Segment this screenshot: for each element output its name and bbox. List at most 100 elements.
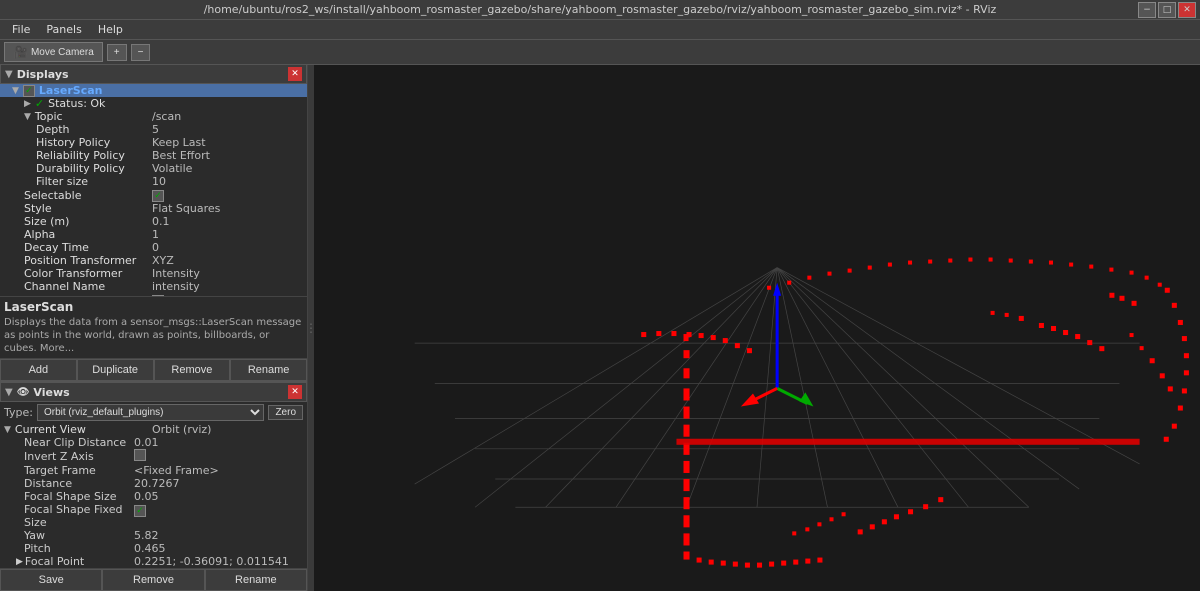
reliability-label: Reliability Policy: [36, 149, 125, 162]
focalfixed-value: [130, 503, 307, 529]
close-button[interactable]: ✕: [1178, 2, 1196, 18]
view-prop-targetframe[interactable]: Target Frame <Fixed Frame>: [0, 464, 307, 477]
views-collapse-icon[interactable]: ▼: [5, 387, 13, 398]
type-select[interactable]: Orbit (rviz_default_plugins): [37, 404, 264, 421]
display-item-alpha[interactable]: Alpha 1: [0, 228, 307, 241]
topic-value: /scan: [148, 110, 307, 123]
invertz-label: Invert Z Axis: [0, 449, 130, 464]
view-prop-focalfixed[interactable]: Focal Shape Fixed Size: [0, 503, 307, 529]
type-label: Type:: [4, 406, 33, 419]
display-item-channelname[interactable]: Channel Name intensity: [0, 280, 307, 293]
view-prop-nearclip[interactable]: Near Clip Distance 0.01: [0, 436, 307, 449]
current-view-row[interactable]: ▼ Current View Orbit (rviz): [0, 423, 307, 436]
display-item-decaytime[interactable]: Decay Time 0: [0, 241, 307, 254]
views-scroll: ▼ Current View Orbit (rviz) Near Clip Di…: [0, 423, 307, 568]
menu-item-panels[interactable]: Panels: [38, 21, 89, 38]
size-value: 0.1: [148, 215, 307, 228]
view-prop-invertz[interactable]: Invert Z Axis: [0, 449, 307, 464]
display-item-style[interactable]: Style Flat Squares: [0, 202, 307, 215]
distance-value: 20.7267: [130, 477, 307, 490]
current-view-arrow: ▼: [4, 425, 11, 435]
description-title: LaserScan: [4, 300, 303, 314]
view-prop-focalsize[interactable]: Focal Shape Size 0.05: [0, 490, 307, 503]
colortransform-value: Intensity: [148, 267, 307, 280]
status-value: [148, 97, 307, 110]
displays-close-button[interactable]: ✕: [288, 67, 302, 81]
minimize-button[interactable]: −: [1138, 2, 1156, 18]
laserscan-checkbox[interactable]: [23, 85, 35, 97]
focalsize-value: 0.05: [130, 490, 307, 503]
duplicate-button[interactable]: Duplicate: [77, 359, 154, 381]
views-section: ▼ 👁 Views ✕ Type: Orbit (rviz_default_pl…: [0, 381, 307, 591]
yaw-label: Yaw: [0, 529, 130, 542]
toolbar-minus-button[interactable]: −: [131, 44, 151, 61]
laserscan-label: LaserScan: [39, 84, 103, 97]
display-item-selectable[interactable]: Selectable: [0, 188, 307, 202]
rename-view-button[interactable]: Rename: [205, 569, 307, 591]
style-value: Flat Squares: [148, 202, 307, 215]
decaytime-value: 0: [148, 241, 307, 254]
selectable-checkbox[interactable]: [152, 190, 164, 202]
arrow-icon: ▼: [12, 86, 19, 96]
topic-label: Topic: [35, 110, 63, 123]
focalfixed-checkbox[interactable]: [134, 505, 146, 517]
status-label: Status: Ok: [48, 97, 105, 110]
display-item-topic[interactable]: ▼ Topic /scan: [0, 110, 307, 123]
display-item-colortransform[interactable]: Color Transformer Intensity: [0, 267, 307, 280]
camera-icon: 🎥: [13, 45, 28, 59]
menu-item-help[interactable]: Help: [90, 21, 131, 38]
move-camera-button[interactable]: 🎥 Move Camera: [4, 42, 103, 62]
display-item-filtersize[interactable]: Filter size 10: [0, 175, 307, 188]
remove-view-button[interactable]: Remove: [102, 569, 204, 591]
views-type-row: Type: Orbit (rviz_default_plugins) Zero: [0, 402, 307, 423]
rename-button[interactable]: Rename: [230, 359, 307, 381]
menu-item-file[interactable]: File: [4, 21, 38, 38]
reliability-value: Best Effort: [148, 149, 307, 162]
display-item-status[interactable]: ▶ ✓ Status: Ok: [0, 97, 307, 110]
add-button[interactable]: Add: [0, 359, 77, 381]
invertz-value: [130, 449, 307, 464]
invertz-checkbox[interactable]: [134, 449, 146, 461]
restore-button[interactable]: □: [1158, 2, 1176, 18]
colortransform-label: Color Transformer: [24, 267, 122, 280]
menu-bar: FilePanelsHelp: [0, 20, 1200, 40]
status-check: ✓: [35, 97, 44, 110]
remove-button[interactable]: Remove: [154, 359, 231, 381]
selectable-value: [148, 188, 307, 202]
view-prop-focalpoint[interactable]: ▶Focal Point 0.2251; -0.36091; 0.011541: [0, 555, 307, 568]
focalpoint-arrow: ▶: [16, 557, 23, 567]
zero-button[interactable]: Zero: [268, 405, 303, 420]
display-item-postransform[interactable]: Position Transformer XYZ: [0, 254, 307, 267]
alpha-label: Alpha: [24, 228, 55, 241]
displays-tree[interactable]: ▼ LaserScan ▶ ✓ Status: Ok ▼ Topi: [0, 84, 307, 296]
targetframe-label: Target Frame: [0, 464, 130, 477]
focalsize-label: Focal Shape Size: [0, 490, 130, 503]
focalpoint-value: 0.2251; -0.36091; 0.011541: [130, 555, 307, 568]
postransform-value: XYZ: [148, 254, 307, 267]
distance-label: Distance: [0, 477, 130, 490]
selectable-label: Selectable: [24, 189, 81, 202]
display-item-durability[interactable]: Durability Policy Volatile: [0, 162, 307, 175]
toolbar-add-button[interactable]: +: [107, 44, 127, 61]
display-item-laserscan[interactable]: ▼ LaserScan: [0, 84, 307, 97]
size-label: Size (m): [24, 215, 69, 228]
view-prop-distance[interactable]: Distance 20.7267: [0, 477, 307, 490]
views-close-button[interactable]: ✕: [288, 385, 302, 399]
view-prop-pitch[interactable]: Pitch 0.465: [0, 542, 307, 555]
views-buttons: Save Remove Rename: [0, 568, 307, 591]
scan-floor-line: [676, 439, 1139, 445]
display-item-reliability[interactable]: Reliability Policy Best Effort: [0, 149, 307, 162]
main-layout: ▼ Displays ✕ ▼ LaserScan ▶ ✓ St: [0, 65, 1200, 591]
displays-collapse-icon[interactable]: ▼: [5, 69, 13, 80]
visualization-canvas: [314, 65, 1200, 591]
topic-arrow: ▼: [24, 112, 31, 122]
channelname-label: Channel Name: [24, 280, 105, 293]
3d-viewport[interactable]: [314, 65, 1200, 591]
display-item-depth[interactable]: Depth 5: [0, 123, 307, 136]
display-item-history[interactable]: History Policy Keep Last: [0, 136, 307, 149]
toolbar: 🎥 Move Camera + −: [0, 40, 1200, 65]
display-item-size[interactable]: Size (m) 0.1: [0, 215, 307, 228]
depth-label: Depth: [36, 123, 70, 136]
view-prop-yaw[interactable]: Yaw 5.82: [0, 529, 307, 542]
save-view-button[interactable]: Save: [0, 569, 102, 591]
